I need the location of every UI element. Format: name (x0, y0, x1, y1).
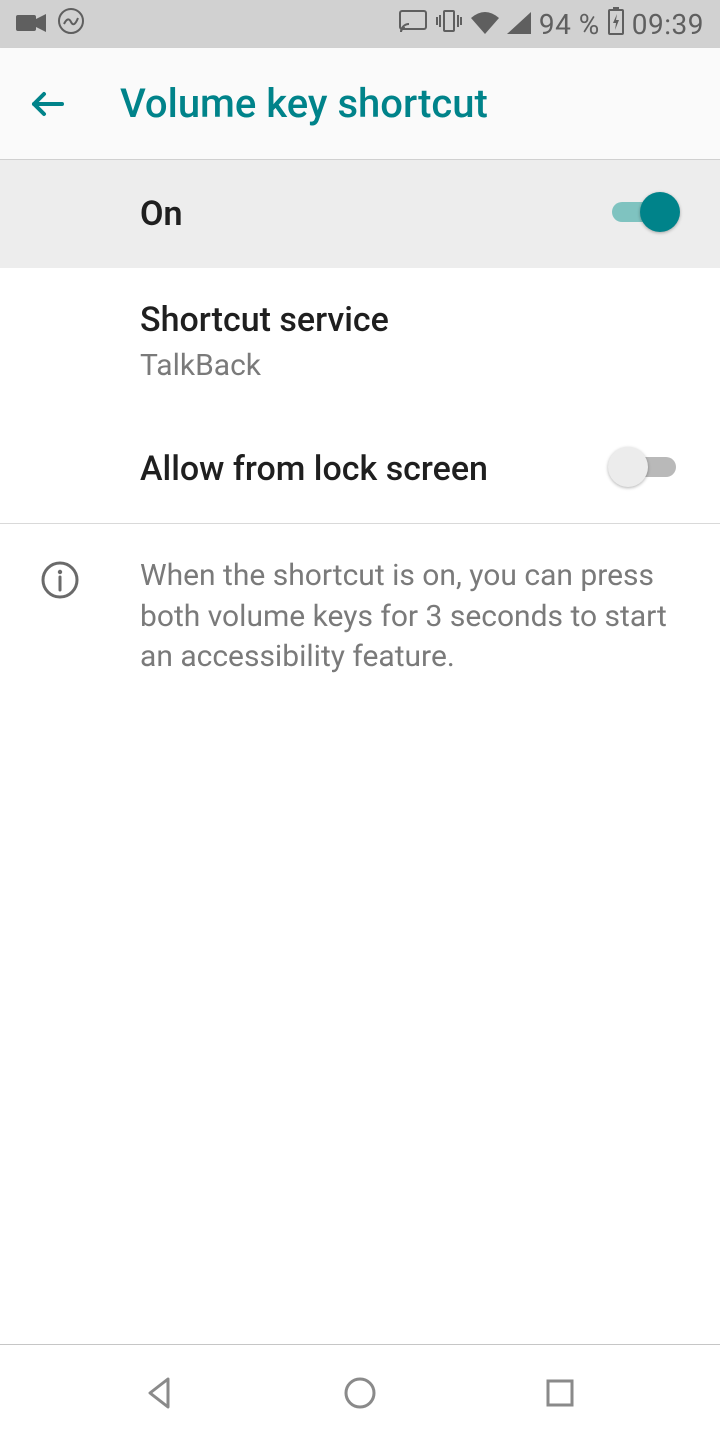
vibrate-icon (435, 7, 463, 42)
wifi-icon (471, 8, 499, 41)
info-icon (40, 560, 80, 600)
app-bar: Volume key shortcut (0, 48, 720, 160)
shortcut-service-label: Shortcut service (140, 300, 389, 340)
info-text: When the shortcut is on, you can press b… (140, 556, 680, 678)
camera-icon (16, 8, 46, 41)
status-bar: 94 % 09:39 (0, 0, 720, 48)
nav-recent-button[interactable] (530, 1363, 590, 1423)
lock-screen-label: Allow from lock screen (140, 449, 488, 489)
main-toggle-switch[interactable] (608, 192, 680, 232)
app-circle-icon (56, 6, 86, 43)
nav-home-button[interactable] (330, 1363, 390, 1423)
cast-icon (399, 8, 427, 41)
system-nav-bar (0, 1344, 720, 1440)
shortcut-service-value: TalkBack (140, 348, 389, 383)
page-title: Volume key shortcut (120, 80, 488, 127)
battery-percent: 94 % (539, 8, 600, 41)
status-right: 94 % 09:39 (399, 7, 704, 42)
lock-screen-switch[interactable] (608, 447, 680, 487)
lock-screen-row[interactable]: Allow from lock screen (0, 415, 720, 523)
battery-charging-icon (608, 7, 624, 42)
nav-back-button[interactable] (130, 1363, 190, 1423)
info-row: When the shortcut is on, you can press b… (0, 524, 720, 710)
main-toggle-row[interactable]: On (0, 160, 720, 268)
cell-signal-icon (507, 8, 531, 41)
clock: 09:39 (632, 8, 704, 41)
main-toggle-label: On (140, 194, 182, 234)
status-left (16, 6, 86, 43)
back-button[interactable] (24, 80, 72, 128)
shortcut-service-row[interactable]: Shortcut service TalkBack (0, 268, 720, 415)
